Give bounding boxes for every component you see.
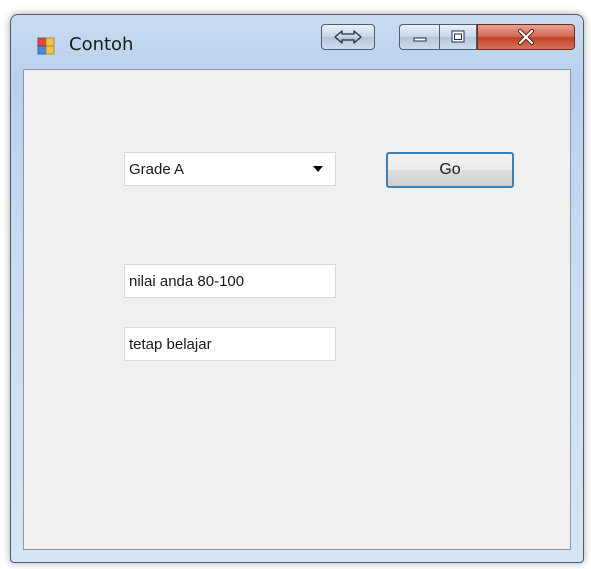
grade-combobox[interactable]: Grade A	[124, 152, 336, 186]
window-title: Contoh	[69, 34, 134, 55]
form-client-area: Grade A Go	[23, 69, 571, 550]
dropdown-arrow-icon[interactable]	[309, 164, 327, 174]
minimize-button[interactable]	[399, 24, 439, 50]
close-button[interactable]	[477, 24, 575, 50]
double-arrow-icon	[334, 30, 362, 44]
app-window: Contoh Grade A Go nilai anda 80-100 teta…	[10, 14, 584, 563]
minimize-icon	[413, 37, 426, 42]
maximize-button[interactable]	[439, 24, 477, 50]
score-textbox[interactable]	[124, 264, 336, 298]
maximize-icon	[451, 30, 465, 43]
message-textbox[interactable]	[124, 327, 336, 361]
close-icon	[518, 29, 534, 45]
go-button[interactable]: Go	[386, 152, 514, 188]
title-bar[interactable]: Contoh	[11, 15, 583, 67]
form-app-icon	[37, 37, 55, 55]
swap-button[interactable]	[321, 24, 375, 50]
grade-combobox-value: Grade A	[129, 160, 185, 178]
